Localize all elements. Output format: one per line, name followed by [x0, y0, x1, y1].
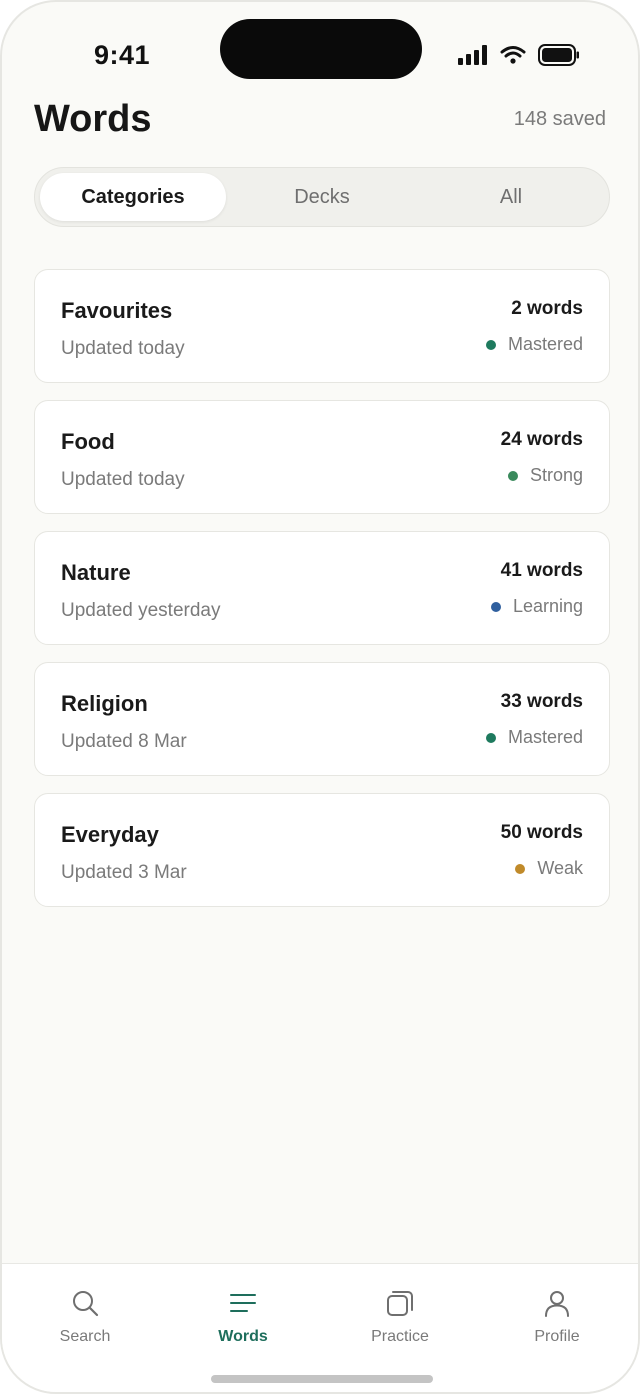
cellular-signal-icon — [458, 45, 488, 65]
category-word-count: 50 words — [500, 822, 583, 843]
category-word-count: 41 words — [500, 560, 583, 581]
category-card-favourites[interactable]: Favourites Updated today 2 words Mastere… — [34, 269, 610, 383]
category-card-religion[interactable]: Religion Updated 8 Mar 33 words Mastered — [34, 662, 610, 776]
category-word-count: 33 words — [500, 691, 583, 712]
category-card-everyday[interactable]: Everyday Updated 3 Mar 50 words Weak — [34, 793, 610, 907]
status-icons — [458, 44, 580, 66]
segment-categories[interactable]: Categories — [40, 173, 226, 221]
status-time: 9:41 — [94, 40, 151, 70]
status-dot-icon — [485, 732, 496, 743]
category-status: Weak — [515, 858, 583, 879]
search-icon — [70, 1288, 100, 1318]
status-dot-icon — [485, 339, 496, 350]
wifi-icon — [500, 45, 526, 65]
tab-label: Words — [218, 1328, 268, 1345]
tab-profile[interactable]: Profile — [487, 1288, 627, 1346]
category-status: Mastered — [485, 334, 583, 355]
status-label: Mastered — [507, 334, 583, 354]
status-label: Weak — [537, 858, 583, 878]
status-dot-icon — [515, 863, 526, 874]
segment-decks[interactable]: Decks — [229, 173, 415, 221]
tab-words[interactable]: Words — [173, 1288, 313, 1346]
saved-count: 148 saved — [513, 108, 606, 130]
segment-all[interactable]: All — [418, 173, 604, 221]
tab-label: Practice — [371, 1328, 429, 1345]
status-dot-icon — [490, 601, 501, 612]
home-indicator — [211, 1375, 433, 1383]
status-label: Learning — [512, 596, 583, 616]
category-title: Food — [61, 429, 115, 454]
tab-label: Profile — [534, 1328, 580, 1345]
category-updated: Updated today — [61, 338, 185, 359]
category-status: Mastered — [485, 727, 583, 748]
category-title: Everyday — [61, 822, 159, 847]
category-title: Favourites — [61, 298, 173, 323]
page-title: Words — [34, 98, 152, 140]
battery-icon — [538, 44, 580, 66]
list-icon — [228, 1288, 258, 1318]
person-icon — [542, 1288, 572, 1318]
category-updated: Updated today — [61, 469, 185, 490]
segmented-control: Categories Decks All — [34, 167, 610, 227]
header: Words 148 saved — [34, 98, 606, 148]
tab-search[interactable]: Search — [15, 1288, 155, 1346]
category-list: Favourites Updated today 2 words Mastere… — [34, 269, 610, 924]
category-updated: Updated 3 Mar — [61, 862, 187, 883]
category-title: Religion — [61, 691, 148, 716]
status-dot-icon — [507, 470, 518, 481]
category-updated: Updated yesterday — [61, 600, 221, 621]
category-card-nature[interactable]: Nature Updated yesterday 41 words Learni… — [34, 531, 610, 645]
category-updated: Updated 8 Mar — [61, 731, 187, 752]
category-card-food[interactable]: Food Updated today 24 words Strong — [34, 400, 610, 514]
category-status: Learning — [490, 596, 583, 617]
category-title: Nature — [61, 560, 131, 585]
category-word-count: 2 words — [511, 298, 583, 319]
phone-screen: 9:41 Words 148 saved Categories Decks Al… — [0, 0, 640, 1394]
dynamic-island — [220, 19, 422, 79]
tab-practice[interactable]: Practice — [330, 1288, 470, 1346]
cards-icon — [385, 1288, 415, 1318]
category-word-count: 24 words — [500, 429, 583, 450]
status-label: Mastered — [507, 727, 583, 747]
tab-label: Search — [59, 1328, 111, 1345]
category-status: Strong — [507, 465, 583, 486]
status-bar: 9:41 — [2, 2, 638, 92]
status-label: Strong — [529, 465, 583, 485]
